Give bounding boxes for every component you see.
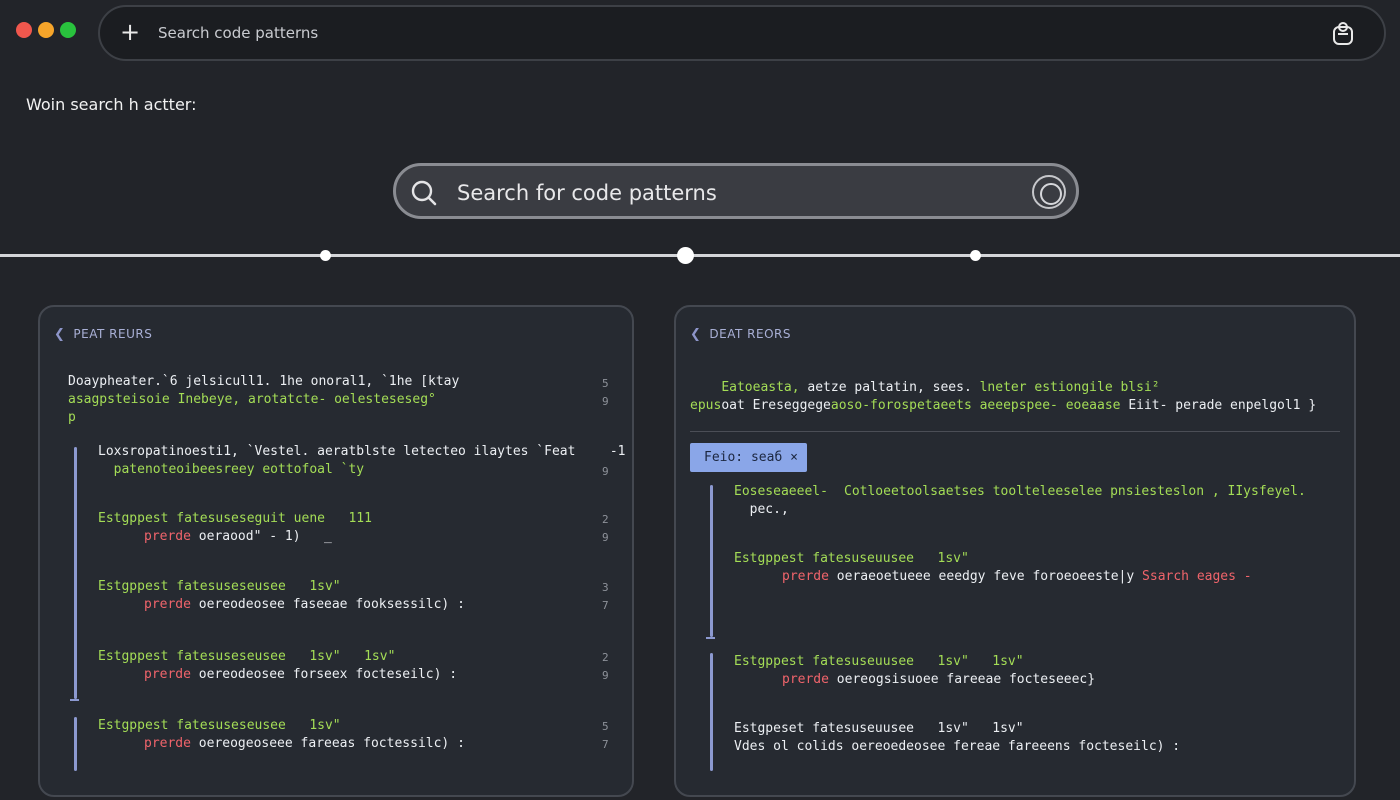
match-text: oeraood" - 1) _	[190, 529, 332, 544]
line-number: 9	[602, 669, 609, 682]
timeline-track	[0, 254, 1400, 257]
line-number: 9	[602, 531, 609, 544]
match-text: oereogsisuoee fareeae focteseeec}	[828, 672, 1096, 687]
result-title: Estgppest fatesuseuusee 1sv" 1sv"	[734, 654, 1024, 669]
plus-icon[interactable]: +	[120, 18, 140, 46]
result-title: Estgpeset fatesuseuusee 1sv" 1sv"	[734, 721, 1024, 736]
result-group-bar	[74, 447, 77, 699]
result-title: Estgppest fatesuseuusee 1sv"	[734, 551, 969, 566]
match-keyword: prerde	[782, 672, 829, 687]
result-title: Eoseseaeeel-	[734, 484, 836, 499]
intro-text: Eiit- perade enpelgol1 }	[1128, 398, 1317, 413]
result-snippet: prerde oeraeoetueee eeedgy feve foroeoee…	[782, 568, 1252, 586]
intro-text: oat Ereseggege	[721, 398, 831, 413]
result-title: Loxsropatinoesti1, `Vestel. aeratblste l…	[98, 444, 576, 459]
result-snippet: prerde oereogsisuoee fareeae focteseeec}	[782, 671, 1095, 689]
match-text: oereogeoseee fareeas foctessilc) :	[190, 736, 465, 751]
line-number: 7	[602, 599, 609, 612]
intro-line: Doaypheater.`6 jelsicull1. 1he onoral1, …	[68, 374, 460, 389]
result-snippet: patenoteoibeesreey eottofoal `ty	[98, 462, 365, 477]
result-snippet: prerde oereogeoseee fareeas foctessilc) …	[144, 735, 465, 753]
result-snippet: prerde oeraood" - 1) _	[144, 528, 332, 546]
line-number: 9	[602, 395, 609, 408]
maximize-window-button[interactable]	[60, 22, 76, 38]
match-trail: Ssarch eages -	[1134, 569, 1252, 584]
intro-line: oat Ereseggegeaoso-forospetaeets aeeepsp…	[690, 379, 1316, 433]
match-keyword: prerde	[144, 667, 191, 682]
timeline-point[interactable]	[970, 250, 981, 261]
intro-line: p	[68, 410, 76, 425]
line-number: 9	[602, 465, 609, 478]
right-results-panel: ❮ DEAT REORS Eatoeasta, aetze paltatin, s…	[674, 305, 1356, 797]
window-controls	[16, 22, 76, 38]
line-number: 7	[602, 738, 609, 751]
result-snippet: Vdes ol colids oereoedeosee fereae faree…	[734, 739, 1181, 754]
line-number: 2	[602, 651, 609, 664]
result-title: Estgppest fatesuseseusee 1sv" 1sv"	[98, 649, 396, 664]
result-group-bar-end	[706, 637, 715, 639]
filter-chip[interactable]: Feio: seaб ×	[690, 443, 807, 472]
result-title: Estgppest fatesuseseguit uene 111	[98, 511, 372, 526]
match-text: oereodeosee faseeae fooksessilc) :	[190, 597, 465, 612]
left-results-panel: ❮ PEAT REURS Doaypheater.`6 jelsicull1. 1…	[38, 305, 634, 797]
page-title: Woin search h actter:	[26, 95, 197, 114]
close-window-button[interactable]	[16, 22, 32, 38]
result-group-bar	[74, 717, 77, 771]
match-keyword: prerde	[144, 736, 191, 751]
minimize-window-button[interactable]	[38, 22, 54, 38]
top-search-placeholder: Search code patterns	[158, 24, 319, 42]
match-keyword: prerde	[144, 529, 191, 544]
profile-icon[interactable]	[1330, 21, 1356, 47]
result-group-bar	[710, 653, 713, 771]
code-pattern-search-input[interactable]: Search for code patterns	[393, 163, 1079, 219]
result-group-bar-end	[70, 699, 79, 701]
result-group-bar	[710, 485, 713, 637]
line-number: 5	[602, 720, 609, 733]
result-tail: -1	[602, 444, 626, 459]
panel-header[interactable]: ❮ DEAT REORS	[690, 327, 791, 342]
intro-line: epus	[690, 398, 722, 413]
intro-line: asagpsteisoie Inebeye, arotatcte- oelest…	[68, 392, 436, 407]
panel-title: PEAT REURS	[73, 327, 153, 341]
result-snippet: pec.,	[734, 502, 789, 517]
options-icon[interactable]	[1032, 175, 1066, 209]
match-keyword: prerde	[144, 597, 191, 612]
chevron-left-icon[interactable]: ❮	[54, 327, 65, 342]
divider	[690, 431, 1340, 432]
result-title: Estgppest fatesuseseusee 1sv"	[98, 579, 341, 594]
intro-text: aoso-forospetaeets aeeepspee- eoeaase	[830, 398, 1129, 413]
panel-title: DEAT REORS	[709, 327, 791, 341]
match-text: oereodeosee forseex focteseilc) :	[190, 667, 458, 682]
result-title: Estgppest fatesuseseusee 1sv"	[98, 718, 341, 733]
magnifier-icon	[411, 180, 437, 206]
line-number: 2	[602, 513, 609, 526]
timeline-point[interactable]	[320, 250, 331, 261]
match-text: oeraeoetueee eeedgy feve foroeoeeste|y	[828, 569, 1135, 584]
match-keyword: prerde	[782, 569, 829, 584]
top-search-bar[interactable]: + Search code patterns	[98, 5, 1386, 61]
result-snippet: prerde oereodeosee faseeae fooksessilc) …	[144, 596, 465, 614]
line-number: 5	[602, 377, 609, 390]
chevron-left-icon[interactable]: ❮	[690, 327, 701, 342]
result-description: Cotloeetoolsaetses toolteleeselee pnsies…	[844, 484, 1306, 499]
panel-header[interactable]: ❮ PEAT REURS	[54, 327, 152, 342]
result-snippet: prerde oereodeosee forseex focteseilc) :	[144, 666, 457, 684]
timeline-point-active[interactable]	[677, 247, 694, 264]
search-placeholder: Search for code patterns	[457, 181, 717, 205]
line-number: 3	[602, 581, 609, 594]
